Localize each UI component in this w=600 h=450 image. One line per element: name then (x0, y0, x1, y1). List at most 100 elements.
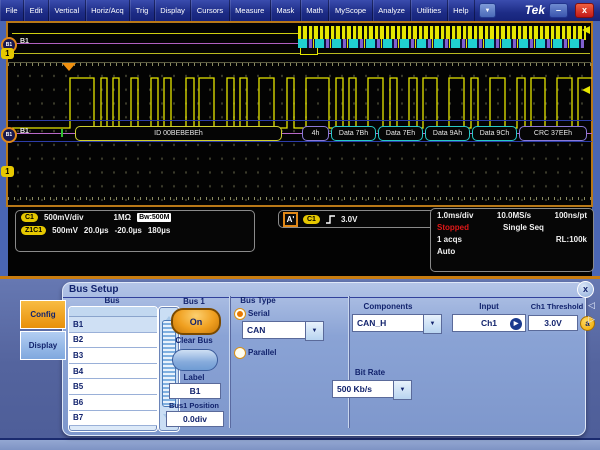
decode-id-box: ID 00BEBEBEh (75, 126, 282, 141)
overview-ch1-trace (12, 33, 300, 34)
bus-list[interactable]: B1 B2 B3 B4 B5 B6 B7 (68, 306, 158, 432)
ch1-impedance: 1MΩ (114, 213, 132, 222)
horizontal-readout: 1.0ms/div 10.0MS/s 100ns/pt Stopped Sing… (430, 208, 594, 272)
acq-status: Stopped (437, 223, 469, 232)
bus-upper-bound (8, 120, 592, 121)
overview-bus-trace (14, 43, 300, 44)
menu-utilities[interactable]: Utilities (411, 0, 447, 21)
sample-rate: 10.0MS/s (497, 211, 531, 220)
components-select[interactable]: CAN_H (352, 314, 428, 332)
menu-cursors[interactable]: Cursors (191, 0, 229, 21)
menu-vertical[interactable]: Vertical (49, 0, 86, 21)
panel-right-arrow-icon[interactable]: ▷ (588, 314, 595, 325)
decode-data-box: Data 9Ch (472, 126, 517, 141)
bottom-strip (0, 440, 600, 450)
input-value: Ch1 (481, 318, 497, 328)
bit-rate-label: Bit Rate (340, 368, 400, 377)
menu-bar: File Edit Vertical Horiz/Acq Trig Displa… (0, 0, 600, 21)
menu-horizacq[interactable]: Horiz/Acq (86, 0, 131, 21)
label-field-label: Label (174, 373, 214, 382)
zoom-badge: Z1C1 (21, 226, 46, 235)
serial-type-select[interactable]: CAN (242, 321, 310, 339)
vertical-readout: C1 500mV/div 1MΩ Bw:500M Z1C1 500mV 20.0… (15, 210, 255, 252)
acq-mode: Single Seq (503, 223, 544, 232)
menu-analyze[interactable]: Analyze (373, 0, 412, 21)
bus-list-label: Bus (92, 296, 132, 305)
dialog-close-button[interactable]: x (577, 281, 594, 298)
serial-radio[interactable] (234, 308, 246, 320)
serial-type-dropdown-icon[interactable]: ▼ (305, 321, 324, 341)
bus1-position-label: Bus1 Position (163, 401, 225, 410)
components-label: Components (354, 302, 422, 311)
serial-label: Serial (248, 309, 278, 318)
bus-label-field[interactable]: B1 (169, 383, 221, 399)
menu-mask[interactable]: Mask (271, 0, 301, 21)
bus-list-item[interactable]: B2 (69, 333, 157, 349)
bus-list-item[interactable]: B4 (69, 364, 157, 380)
bus-list-item[interactable]: B7 (69, 411, 157, 427)
menu-myscope[interactable]: MyScope (329, 0, 372, 21)
ch1-scale: 500mV/div (44, 213, 84, 222)
overview-bus-label: B1 (20, 38, 29, 45)
decode-data-box: Data 7Bh (331, 126, 376, 141)
trigger-a-badge: A' (283, 212, 298, 227)
menu-overflow-button[interactable]: ▼ (479, 3, 496, 18)
bus-list-item[interactable]: B3 (69, 348, 157, 364)
oscilloscope-app: File Edit Vertical Horiz/Acq Trig Displa… (0, 0, 600, 450)
decode-data-box: Data 9Ah (425, 126, 470, 141)
overview-ch1-marker[interactable]: 1 (1, 48, 14, 59)
bus-list-header (69, 307, 157, 317)
bus-list-item[interactable]: B6 (69, 395, 157, 411)
bus-badge[interactable]: B1 (1, 127, 17, 143)
ch1-position-arrow-icon (577, 86, 590, 94)
trigger-mode: Auto (437, 247, 455, 256)
zoom-time1: 20.0µs (84, 226, 109, 235)
bit-rate-dropdown-icon[interactable]: ▼ (393, 380, 412, 400)
menu-file[interactable]: File (0, 0, 24, 21)
tab-display[interactable]: Display (20, 331, 66, 360)
horiz-scale: 1.0ms/div (437, 211, 473, 220)
bus1-label: Bus 1 (174, 297, 214, 306)
parallel-radio[interactable] (234, 347, 246, 359)
bus-label: B1 (20, 128, 29, 135)
menu-trig[interactable]: Trig (130, 0, 155, 21)
rising-edge-icon (325, 214, 336, 225)
bus-start-tick (61, 129, 63, 137)
close-window-button[interactable]: x (575, 3, 594, 18)
menu-measure[interactable]: Measure (230, 0, 271, 21)
minimize-button[interactable]: – (549, 3, 568, 18)
bus-type-label: Bus Type (236, 296, 280, 305)
threshold-field[interactable]: 3.0V (528, 315, 578, 331)
acq-count: 1 acqs (437, 235, 462, 244)
bus-list-item[interactable]: B1 (69, 317, 157, 333)
zoom-time2: -20.0µs (115, 226, 142, 235)
tek-logo: Tek (525, 3, 545, 17)
parallel-label: Parallel (248, 348, 284, 357)
clear-bus-button[interactable] (172, 349, 218, 371)
input-label: Input (462, 302, 516, 311)
menu-help[interactable]: Help (448, 0, 475, 21)
input-expand-icon[interactable]: ▶ (510, 318, 522, 330)
menu-display[interactable]: Display (155, 0, 192, 21)
clear-bus-label: Clear Bus (172, 336, 216, 345)
tab-config[interactable]: Config (20, 300, 66, 329)
record-length: RL:100k (556, 235, 587, 244)
trigger-level: 3.0V (341, 215, 357, 224)
ch1-ground-marker[interactable]: 1 (1, 166, 14, 177)
menu-edit[interactable]: Edit (24, 0, 49, 21)
bus1-on-button[interactable]: On (171, 308, 221, 335)
panel-left-arrow-icon[interactable]: ◁ (588, 300, 595, 311)
dialog-title: Bus Setup (69, 284, 118, 295)
zoom-region-bracket[interactable] (300, 48, 318, 55)
bus-list-item[interactable]: B5 (69, 379, 157, 395)
menu-math[interactable]: Math (301, 0, 330, 21)
input-field[interactable]: Ch1 ▶ (452, 314, 526, 332)
bus1-position-field[interactable]: 0.0div (166, 411, 224, 427)
components-dropdown-icon[interactable]: ▼ (423, 314, 442, 334)
bus-lower-bound (8, 141, 592, 142)
ch1-badge: C1 (21, 213, 38, 222)
overview-position-arrow-icon (577, 26, 590, 34)
ch1-threshold-label: Ch1 Threshold (522, 302, 592, 311)
bit-rate-select[interactable]: 500 Kb/s (332, 380, 398, 398)
zoom-scale: 500mV (52, 226, 78, 235)
